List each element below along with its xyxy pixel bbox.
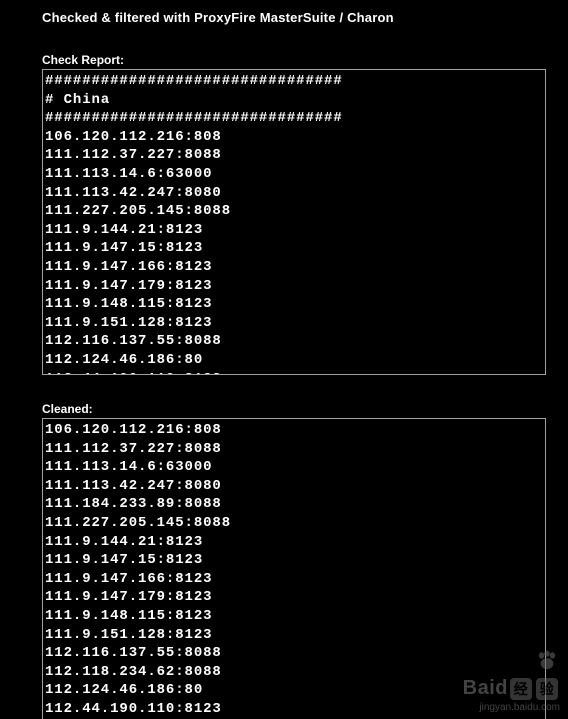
page-title: Checked & filtered with ProxyFire Master… bbox=[42, 10, 544, 25]
section-gap bbox=[42, 380, 544, 402]
cleaned-label: Cleaned: bbox=[42, 402, 544, 416]
check-report-label: Check Report: bbox=[42, 53, 544, 67]
page-root: Checked & filtered with ProxyFire Master… bbox=[0, 0, 568, 719]
check-report-textarea[interactable] bbox=[42, 69, 546, 375]
cleaned-textarea[interactable] bbox=[42, 418, 546, 719]
